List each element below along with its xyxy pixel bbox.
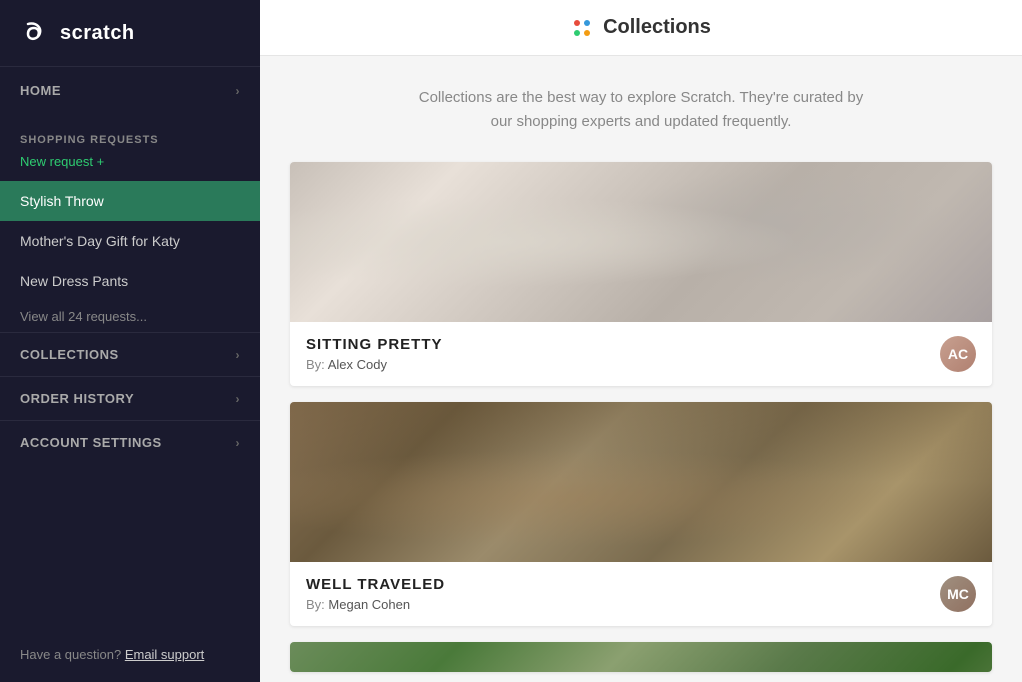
- avatar-image-alex: AC: [940, 336, 976, 372]
- collection-by-sitting-pretty: By: Alex Cody: [306, 357, 443, 372]
- avatar-megan-cohen: MC: [940, 576, 976, 612]
- logo-area: scratch: [0, 0, 260, 67]
- collection-card-sitting-pretty[interactable]: SITTING PRETTY By: Alex Cody AC: [290, 162, 992, 386]
- sidebar: scratch HOME › SHOPPING REQUESTS New req…: [0, 0, 260, 682]
- sidebar-item-dress-pants[interactable]: New Dress Pants: [0, 261, 260, 301]
- header-title-area: Collections: [571, 16, 711, 39]
- collections-header-icon: [571, 17, 593, 39]
- account-settings-chevron-icon: ›: [236, 436, 241, 450]
- collection-info-well-traveled: WELL TRAVELED By: Megan Cohen MC: [290, 562, 992, 626]
- sidebar-item-stylish-throw[interactable]: Stylish Throw: [0, 181, 260, 221]
- collections-subtitle: Collections are the best way to explore …: [290, 86, 992, 134]
- scratch-logo-icon: [20, 18, 50, 48]
- avatar-alex-cody: AC: [940, 336, 976, 372]
- collections-content: Collections are the best way to explore …: [260, 56, 1022, 682]
- collection-card-well-traveled[interactable]: WELL TRAVELED By: Megan Cohen MC: [290, 402, 992, 626]
- account-settings-nav-item[interactable]: ACCOUNT SETTINGS ›: [0, 420, 260, 464]
- collection-text-well-traveled: WELL TRAVELED By: Megan Cohen: [306, 576, 445, 612]
- collection-text-sitting-pretty: SITTING PRETTY By: Alex Cody: [306, 336, 443, 372]
- collection-info-sitting-pretty: SITTING PRETTY By: Alex Cody AC: [290, 322, 992, 386]
- new-request-button[interactable]: New request +: [0, 152, 260, 181]
- order-history-nav-item[interactable]: ORDER HISTORY ›: [0, 376, 260, 420]
- collection-image-well-traveled: [290, 402, 992, 562]
- home-chevron-icon: ›: [236, 84, 241, 98]
- sidebar-footer: Have a question? Email support: [0, 627, 260, 682]
- main-content: Collections Collections are the best way…: [260, 0, 1022, 682]
- collection-title-sitting-pretty: SITTING PRETTY: [306, 336, 443, 353]
- avatar-image-megan: MC: [940, 576, 976, 612]
- app-name: scratch: [60, 22, 135, 45]
- collection-card-plants[interactable]: [290, 642, 992, 672]
- collection-title-well-traveled: WELL TRAVELED: [306, 576, 445, 593]
- collection-image-plants: [290, 642, 992, 672]
- page-title: Collections: [603, 16, 711, 39]
- sidebar-item-mothers-day[interactable]: Mother's Day Gift for Katy: [0, 221, 260, 261]
- shopping-requests-section: SHOPPING REQUESTS New request + Stylish …: [0, 114, 260, 332]
- sidebar-home-item[interactable]: HOME ›: [0, 67, 260, 114]
- shopping-requests-label: SHOPPING REQUESTS: [0, 114, 260, 152]
- page-header: Collections: [260, 0, 1022, 56]
- email-support-link[interactable]: Email support: [125, 647, 204, 662]
- collection-by-well-traveled: By: Megan Cohen: [306, 597, 445, 612]
- view-all-requests-link[interactable]: View all 24 requests...: [0, 301, 260, 332]
- collections-chevron-icon: ›: [236, 348, 241, 362]
- order-history-chevron-icon: ›: [236, 392, 241, 406]
- collections-nav-item[interactable]: COLLECTIONS ›: [0, 332, 260, 376]
- collection-image-sitting-pretty: [290, 162, 992, 322]
